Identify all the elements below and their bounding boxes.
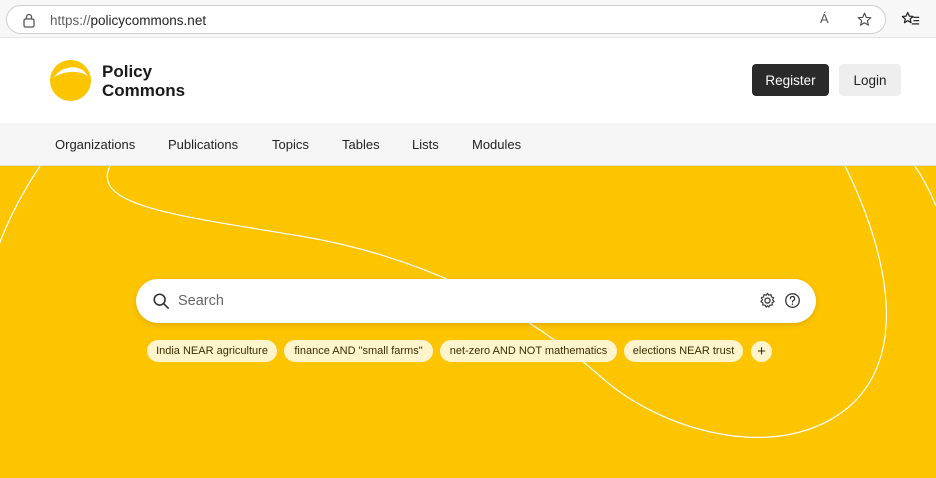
- main-nav: Organizations Publications Topics Tables…: [0, 123, 936, 166]
- url-text[interactable]: https://policycommons.net: [50, 13, 206, 28]
- suggestion-chip[interactable]: India NEAR agriculture: [147, 340, 277, 362]
- nav-item-topics[interactable]: Topics: [272, 137, 309, 152]
- logo-line-2: Commons: [102, 81, 186, 100]
- favorite-star-icon[interactable]: [856, 11, 873, 28]
- register-button[interactable]: Register: [752, 64, 829, 96]
- browser-toolbar: https://policycommons.net Á: [0, 0, 936, 38]
- help-icon[interactable]: [784, 292, 801, 309]
- search-input[interactable]: [178, 290, 738, 312]
- add-suggestion-button[interactable]: +: [751, 341, 772, 362]
- policy-commons-logo-icon[interactable]: [50, 60, 91, 101]
- nav-item-organizations[interactable]: Organizations: [55, 137, 135, 152]
- url-host: policycommons.net: [90, 13, 207, 28]
- logo-line-1: Policy: [102, 62, 153, 81]
- address-bar[interactable]: https://policycommons.net Á: [6, 5, 886, 34]
- logo-wordmark[interactable]: Policy Commons: [102, 62, 202, 100]
- nav-item-lists[interactable]: Lists: [412, 137, 439, 152]
- gear-icon[interactable]: [759, 292, 776, 309]
- login-button[interactable]: Login: [839, 64, 901, 96]
- nav-item-modules[interactable]: Modules: [472, 137, 521, 152]
- search-icon: [153, 293, 170, 310]
- suggestion-chip[interactable]: net-zero AND NOT mathematics: [440, 340, 617, 362]
- site-header: Policy Commons Register Login: [0, 38, 936, 123]
- suggestion-chip[interactable]: finance AND "small farms": [284, 340, 433, 362]
- nav-item-publications[interactable]: Publications: [168, 137, 238, 152]
- favorites-list-icon[interactable]: [901, 10, 921, 28]
- nav-item-tables[interactable]: Tables: [342, 137, 380, 152]
- hero-section: India NEAR agriculture finance AND "smal…: [0, 166, 936, 478]
- read-aloud-icon[interactable]: Á: [820, 11, 829, 26]
- suggestion-chip[interactable]: elections NEAR trust: [624, 340, 743, 362]
- url-scheme: https://: [50, 13, 91, 28]
- lock-icon[interactable]: [22, 12, 36, 28]
- search-bar[interactable]: [136, 279, 816, 323]
